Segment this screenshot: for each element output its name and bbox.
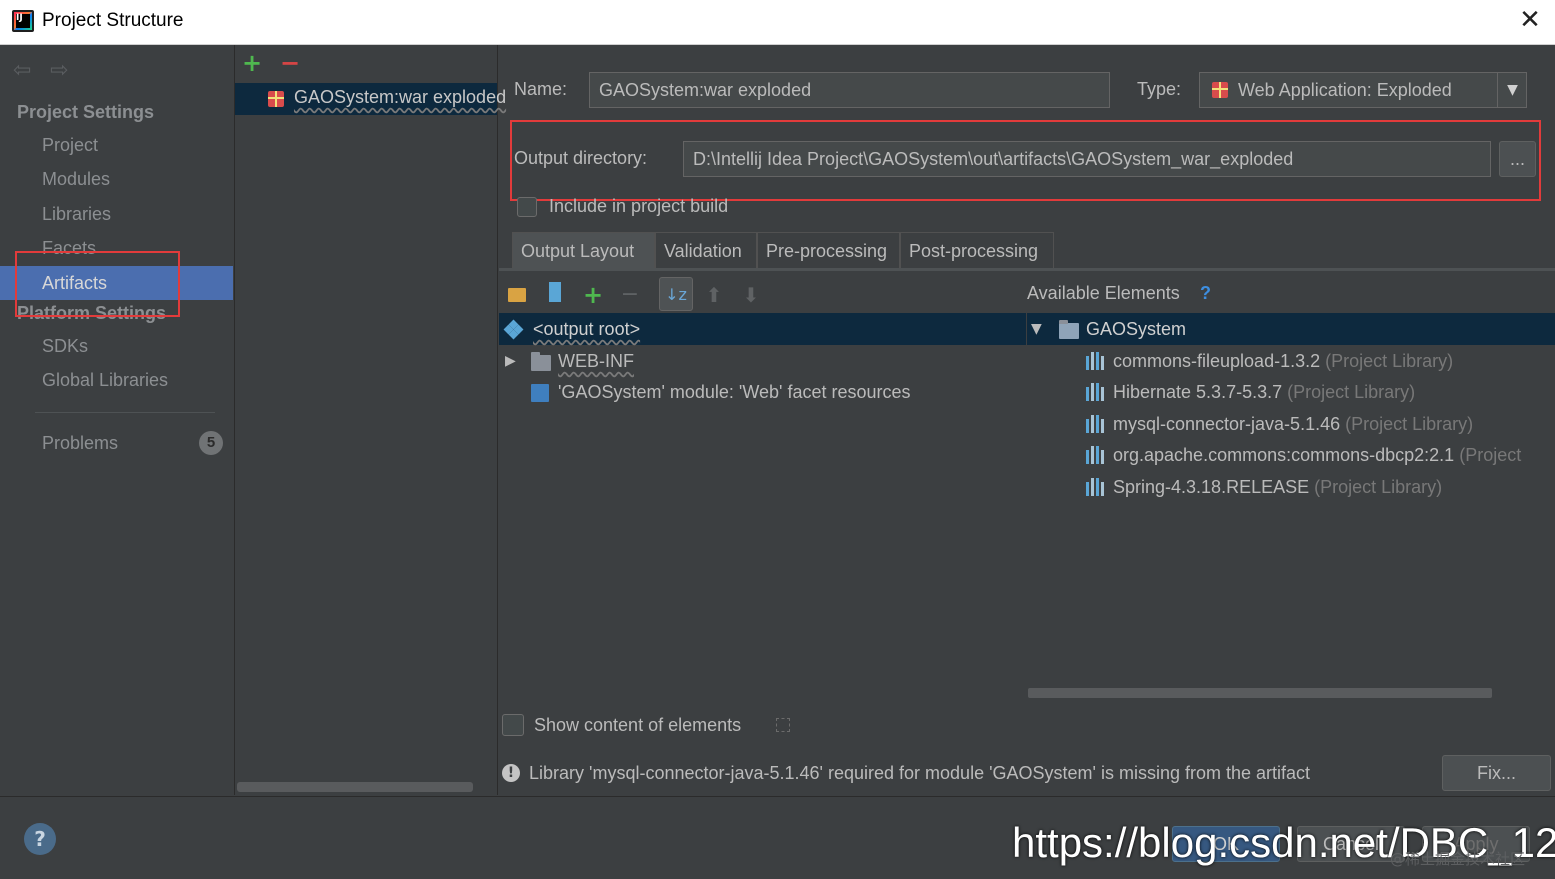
library-item[interactable]: mysql-connector-java-5.1.46 (Project Lib… bbox=[1113, 414, 1473, 435]
type-label: Type: bbox=[1137, 79, 1182, 99]
project-settings-header: Project Settings bbox=[17, 102, 155, 122]
warning-icon: ! bbox=[502, 764, 520, 782]
sidebar-item-sdks[interactable]: SDKs bbox=[0, 329, 233, 363]
sidebar-item-global-libraries[interactable]: Global Libraries bbox=[0, 363, 233, 397]
back-arrow-icon[interactable]: ⇦ bbox=[13, 58, 31, 83]
title-bar: Project Structure ✕ bbox=[0, 0, 1555, 45]
create-directory-icon[interactable] bbox=[504, 282, 530, 308]
show-content-checkbox[interactable] bbox=[502, 714, 524, 736]
sidebar-divider bbox=[35, 412, 215, 413]
available-elements-header: Available Elements bbox=[1027, 283, 1180, 303]
artifact-list-item-label: GAOSystem:war exploded bbox=[294, 87, 507, 107]
module-folder-icon bbox=[1059, 320, 1079, 339]
sidebar-item-libraries[interactable]: Libraries bbox=[0, 197, 233, 231]
add-copy-icon[interactable]: + bbox=[580, 282, 606, 308]
problems-count-badge: 5 bbox=[199, 431, 223, 455]
library-item[interactable]: org.apache.commons:commons-dbcp2:2.1 (Pr… bbox=[1113, 445, 1554, 466]
tab-post-processing[interactable]: Post-processing bbox=[900, 232, 1054, 268]
sidebar-item-project[interactable]: Project bbox=[0, 128, 233, 162]
tab-pre-processing[interactable]: Pre-processing bbox=[757, 232, 900, 268]
tab-output-layout[interactable]: Output Layout bbox=[512, 232, 655, 268]
fix-button[interactable]: Fix... bbox=[1442, 755, 1551, 791]
available-elements-scrollbar[interactable] bbox=[1028, 688, 1492, 698]
remove-element-icon[interactable]: − bbox=[617, 282, 643, 308]
browse-button[interactable]: ... bbox=[1499, 141, 1536, 177]
output-directory-input[interactable]: D:\Intellij Idea Project\GAOSystem\out\a… bbox=[683, 141, 1491, 177]
help-icon[interactable]: ? bbox=[24, 823, 56, 855]
add-artifact-icon[interactable]: + bbox=[242, 49, 262, 77]
library-icon bbox=[1086, 478, 1106, 496]
library-item[interactable]: commons-fileupload-1.3.2 (Project Librar… bbox=[1113, 351, 1453, 372]
chevron-down-icon[interactable]: ▼ bbox=[1497, 73, 1527, 107]
output-root-icon bbox=[503, 319, 524, 340]
missing-library-warning: Library 'mysql-connector-java-5.1.46' re… bbox=[529, 763, 1311, 783]
name-input[interactable]: GAOSystem:war exploded bbox=[589, 72, 1110, 108]
output-directory-label: Output directory: bbox=[514, 148, 648, 168]
type-select-value: Web Application: Exploded bbox=[1238, 80, 1452, 100]
expand-arrow-icon[interactable]: ▶ bbox=[505, 352, 516, 369]
name-label: Name: bbox=[514, 79, 568, 99]
include-in-build-checkbox[interactable] bbox=[517, 197, 537, 217]
settings-sidebar: ⇦ ⇨ Project Settings Project Modules Lib… bbox=[0, 45, 235, 795]
move-up-icon[interactable]: ⬆ bbox=[701, 282, 727, 308]
tab-underline bbox=[499, 268, 1555, 271]
tab-validation[interactable]: Validation bbox=[655, 232, 757, 268]
create-archive-icon[interactable] bbox=[542, 282, 568, 308]
artifact-list-scrollbar[interactable] bbox=[237, 782, 473, 792]
war-artifact-icon bbox=[268, 91, 284, 107]
library-item[interactable]: Spring-4.3.18.RELEASE (Project Library) bbox=[1113, 477, 1442, 498]
window-title: Project Structure bbox=[42, 10, 184, 31]
library-icon bbox=[1086, 415, 1106, 433]
move-down-icon[interactable]: ⬇ bbox=[738, 282, 764, 308]
artifacts-highlight-box bbox=[15, 251, 180, 317]
module-gaosystem-label: GAOSystem bbox=[1086, 319, 1187, 339]
output-root-label: <output root> bbox=[533, 319, 641, 339]
library-icon bbox=[1086, 446, 1106, 464]
show-content-label: Show content of elements bbox=[534, 715, 742, 735]
show-content-options-icon[interactable] bbox=[776, 718, 790, 732]
tree-item-web-inf[interactable]: WEB-INF bbox=[558, 351, 634, 372]
close-icon[interactable]: ✕ bbox=[1516, 6, 1544, 34]
folder-icon bbox=[531, 352, 551, 371]
library-icon bbox=[1086, 352, 1106, 370]
intellij-logo-icon bbox=[12, 10, 34, 32]
sort-alphabetically-icon[interactable]: ↓z bbox=[659, 277, 693, 311]
help-question-icon[interactable]: ? bbox=[1200, 283, 1211, 304]
forward-arrow-icon[interactable]: ⇨ bbox=[50, 58, 68, 83]
tree-item-facet-resources[interactable]: 'GAOSystem' module: 'Web' facet resource… bbox=[558, 382, 911, 403]
credit-watermark: @稀土掘金技术社区 bbox=[1390, 850, 1526, 868]
library-icon bbox=[1086, 383, 1106, 401]
remove-artifact-icon[interactable]: − bbox=[280, 49, 300, 77]
collapse-arrow-icon[interactable]: ▼ bbox=[1031, 321, 1042, 337]
sidebar-item-modules[interactable]: Modules bbox=[0, 162, 233, 196]
artifact-list-item[interactable]: GAOSystem:war exploded bbox=[235, 83, 506, 115]
web-app-icon bbox=[1212, 82, 1228, 98]
include-in-build-label: Include in project build bbox=[549, 196, 729, 216]
artifact-list-panel: + − GAOSystem:war exploded bbox=[235, 45, 506, 795]
type-select[interactable]: Web Application: Exploded bbox=[1199, 72, 1527, 108]
module-resource-icon bbox=[531, 384, 549, 402]
library-item[interactable]: Hibernate 5.3.7-5.3.7 (Project Library) bbox=[1113, 382, 1415, 403]
